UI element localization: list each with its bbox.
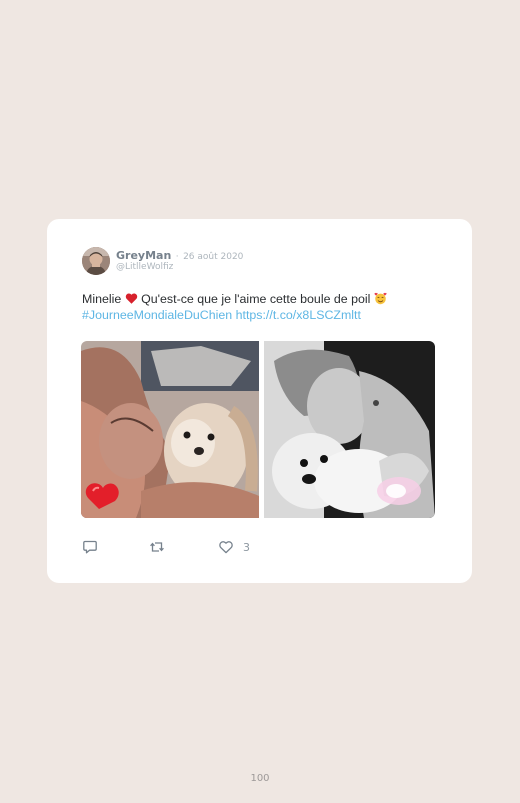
username[interactable]: @LitlleWolfiz: [116, 261, 376, 273]
page: GreyMan · 26 août 2020 @LitlleWolfiz Min…: [0, 0, 520, 803]
tweet-text-line-2: #JourneeMondialeDuChien https://t.co/x8L…: [82, 307, 442, 323]
tweet-text-part1: Minelie: [82, 292, 125, 306]
tweet-text: Minelie Qu'est-ce que je l'aime cette bo…: [82, 291, 442, 323]
heart-icon: [218, 539, 234, 555]
url-link[interactable]: https://t.co/x8LSCZmltt: [236, 308, 361, 322]
tweet-text-line-1: Minelie Qu'est-ce que je l'aime cette bo…: [82, 291, 442, 307]
hashtag-link[interactable]: #JourneeMondialeDuChien: [82, 308, 232, 322]
tweet-card[interactable]: GreyMan · 26 août 2020 @LitlleWolfiz Min…: [47, 219, 472, 583]
retweet-icon: [149, 539, 165, 555]
photo-left[interactable]: [81, 341, 259, 518]
retweet-button[interactable]: [149, 537, 165, 557]
tweet-media: [81, 341, 435, 518]
smiling-face-with-hearts-emoji: [374, 292, 387, 305]
page-number: 100: [250, 773, 270, 784]
like-button[interactable]: 3: [218, 537, 250, 557]
tweet-date[interactable]: 26 août 2020: [183, 252, 243, 262]
tweet-actions: 3: [82, 537, 342, 557]
tweet-text-part2: Qu'est-ce que je l'aime cette boule de p…: [137, 292, 374, 306]
red-heart-emoji: [125, 292, 138, 305]
reply-icon: [82, 539, 98, 555]
name-line: GreyMan · 26 août 2020: [116, 248, 376, 262]
photo-right[interactable]: [264, 341, 435, 518]
reply-button[interactable]: [82, 537, 98, 557]
photo-icon: [264, 341, 435, 518]
user-avatar-icon[interactable]: [82, 247, 110, 275]
like-count: 3: [243, 540, 250, 554]
photo-icon: [81, 341, 259, 518]
avatar-image: [82, 247, 110, 275]
separator-dot: ·: [175, 252, 179, 262]
tweet-header: GreyMan · 26 août 2020 @LitlleWolfiz: [116, 248, 376, 273]
